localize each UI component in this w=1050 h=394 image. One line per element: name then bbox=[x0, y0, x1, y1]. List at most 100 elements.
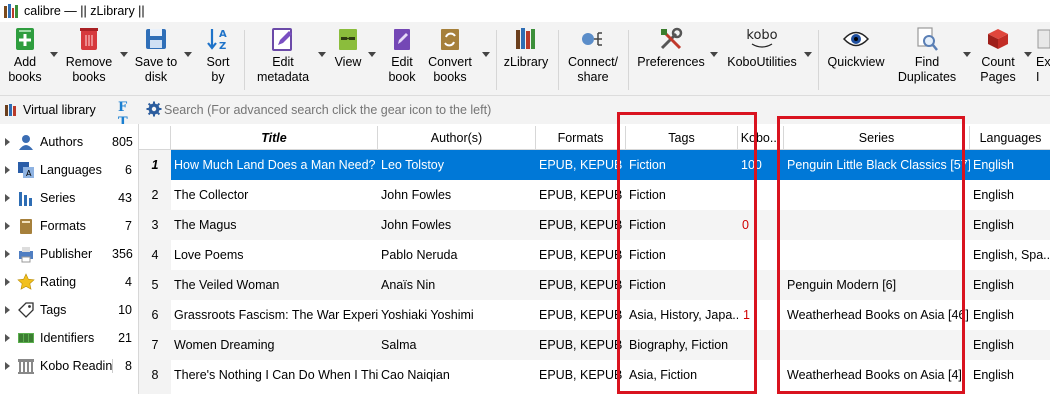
connect-share-button[interactable]: Connect/ share bbox=[564, 26, 622, 92]
extract-icon bbox=[1036, 26, 1050, 52]
column-header-languages[interactable]: Languages bbox=[970, 126, 1050, 150]
cell-title: There's Nothing I Can Do When I Thi... bbox=[174, 368, 378, 382]
tag-browser-count: 43 bbox=[118, 191, 132, 205]
table-row[interactable]: 7 Women Dreaming Salma EPUB, KEPUB Biogr… bbox=[139, 330, 1050, 360]
virtual-library-button[interactable]: Virtual library bbox=[4, 100, 96, 120]
edit-metadata-label: Edit metadata bbox=[256, 55, 310, 84]
languages-icon: A bbox=[17, 161, 35, 179]
tag-browser-label: Series bbox=[40, 191, 76, 205]
column-header-kobo[interactable]: Kobo... bbox=[738, 126, 784, 150]
tag-browser-item-kobo-reading[interactable]: Kobo Reading 8 bbox=[0, 352, 138, 380]
column-header-authors[interactable]: Author(s) bbox=[378, 126, 536, 150]
save-to-disk-button[interactable]: Save to disk bbox=[134, 26, 178, 92]
cell-title: Grassroots Fascism: The War Experie... bbox=[174, 308, 378, 322]
edit-book-button[interactable]: Edit book bbox=[384, 26, 420, 92]
view-button[interactable]: View bbox=[332, 26, 364, 92]
cell-series: Penguin Little Black Classics [57] bbox=[787, 158, 970, 172]
koboutilities-dropdown[interactable] bbox=[804, 52, 812, 57]
koboutilities-button[interactable]: kobo KoboUtilities bbox=[724, 26, 800, 92]
tag-browser-item-languages[interactable]: A Languages 6 bbox=[0, 156, 138, 184]
view-dropdown[interactable] bbox=[368, 52, 376, 57]
add-books-dropdown[interactable] bbox=[50, 52, 58, 57]
table-row[interactable]: 1 How Much Land Does a Man Need? Leo Tol… bbox=[139, 150, 1050, 180]
cell-title: How Much Land Does a Man Need? bbox=[174, 158, 376, 172]
edit-metadata-dropdown[interactable] bbox=[318, 52, 326, 57]
cell-title: Women Dreaming bbox=[174, 338, 275, 352]
expand-arrow-icon[interactable] bbox=[5, 306, 10, 314]
table-row[interactable]: 2 The Collector John Fowles EPUB, KEPUB … bbox=[139, 180, 1050, 210]
tag-browser-label: Authors bbox=[40, 135, 84, 149]
count-pages-label: Count Pages bbox=[980, 55, 1016, 84]
tag-browser-item-publisher[interactable]: Publisher 356 bbox=[0, 240, 138, 268]
tag-browser-item-tags[interactable]: Tags 10 bbox=[0, 296, 138, 324]
column-header-title[interactable]: Title bbox=[171, 126, 378, 150]
zlibrary-books-icon bbox=[513, 26, 539, 52]
add-books-button[interactable]: Add books bbox=[4, 26, 46, 92]
view-book-icon bbox=[335, 26, 361, 52]
sort-az-icon: AZ bbox=[205, 26, 231, 52]
count-pages-dropdown[interactable] bbox=[1024, 52, 1032, 57]
preferences-dropdown[interactable] bbox=[710, 52, 718, 57]
tag-browser-item-identifiers[interactable]: Identifiers 21 bbox=[0, 324, 138, 352]
find-duplicates-button[interactable]: Find Duplicates bbox=[894, 26, 960, 92]
cell-series: Weatherhead Books on Asia [46] bbox=[787, 308, 969, 322]
tag-browser-item-rating[interactable]: Rating 4 bbox=[0, 268, 138, 296]
zlibrary-button[interactable]: zLibrary bbox=[502, 26, 550, 92]
table-row[interactable]: 3 The Magus John Fowles EPUB, KEPUB Fict… bbox=[139, 210, 1050, 240]
remove-books-dropdown[interactable] bbox=[120, 52, 128, 57]
tag-browser-count: 4 bbox=[125, 275, 132, 289]
tag-browser-item-authors[interactable]: Authors 805 bbox=[0, 128, 138, 156]
extract-button-partial[interactable]: Ex I bbox=[1036, 26, 1050, 92]
cell-title: Love Poems bbox=[174, 248, 244, 262]
publisher-icon bbox=[17, 245, 35, 263]
cell-tags: Fiction bbox=[629, 218, 666, 232]
cell-series: Penguin Modern [6] bbox=[787, 278, 897, 292]
column-header-series[interactable]: Series bbox=[784, 126, 970, 150]
expand-arrow-icon[interactable] bbox=[5, 138, 10, 146]
preferences-button[interactable]: Preferences bbox=[636, 26, 706, 92]
authors-icon bbox=[17, 133, 35, 151]
expand-arrow-icon[interactable] bbox=[5, 166, 10, 174]
count-pages-button[interactable]: Count Pages bbox=[976, 26, 1020, 92]
sort-by-button[interactable]: AZ Sort by bbox=[200, 26, 236, 92]
tag-browser-label: Identifiers bbox=[40, 331, 95, 345]
edit-metadata-button[interactable]: Edit metadata bbox=[254, 26, 312, 92]
cell-formats: EPUB, KEPUB bbox=[539, 248, 623, 262]
full-text-search-icon[interactable]: F T bbox=[118, 100, 136, 130]
quickview-button[interactable]: Quickview bbox=[826, 26, 886, 92]
cell-languages: English, Spa... bbox=[973, 248, 1050, 262]
expand-arrow-icon[interactable] bbox=[5, 362, 10, 370]
table-row[interactable]: 6 Grassroots Fascism: The War Experie...… bbox=[139, 300, 1050, 330]
search-input[interactable] bbox=[164, 99, 1050, 121]
cell-languages: English bbox=[973, 218, 1014, 232]
tag-browser-item-formats[interactable]: Formats 7 bbox=[0, 212, 138, 240]
convert-books-icon bbox=[437, 26, 463, 52]
expand-arrow-icon[interactable] bbox=[5, 250, 10, 258]
save-to-disk-dropdown[interactable] bbox=[184, 52, 192, 57]
column-header-formats[interactable]: Formats bbox=[536, 126, 626, 150]
kobo-reading-icon bbox=[17, 357, 35, 375]
cell-languages: English bbox=[973, 338, 1014, 352]
column-header-tags[interactable]: Tags bbox=[626, 126, 738, 150]
expand-arrow-icon[interactable] bbox=[5, 222, 10, 230]
expand-arrow-icon[interactable] bbox=[5, 278, 10, 286]
cell-formats: EPUB, KEPUB bbox=[539, 188, 623, 202]
tag-browser-item-series[interactable]: Series 43 bbox=[0, 184, 138, 212]
convert-books-dropdown[interactable] bbox=[482, 52, 490, 57]
title-bar: calibre — || zLibrary || bbox=[0, 0, 1050, 22]
gear-icon[interactable] bbox=[146, 101, 162, 117]
expand-arrow-icon[interactable] bbox=[5, 334, 10, 342]
table-row[interactable]: 8 There's Nothing I Can Do When I Thi...… bbox=[139, 360, 1050, 390]
expand-arrow-icon[interactable] bbox=[5, 194, 10, 202]
table-row[interactable]: 4 Love Poems Pablo Neruda EPUB, KEPUB Fi… bbox=[139, 240, 1050, 270]
row-number: 6 bbox=[151, 308, 159, 322]
remove-books-button[interactable]: Remove books bbox=[64, 26, 114, 92]
tags-icon bbox=[17, 301, 35, 319]
cell-authors: John Fowles bbox=[381, 218, 452, 232]
table-row[interactable]: 5 The Veiled Woman Anaïs Nin EPUB, KEPUB… bbox=[139, 270, 1050, 300]
find-duplicates-dropdown[interactable] bbox=[963, 52, 971, 57]
preferences-label: Preferences bbox=[637, 55, 705, 69]
cell-series bbox=[784, 210, 970, 240]
convert-books-button[interactable]: Convert books bbox=[424, 26, 476, 92]
cell-series bbox=[784, 240, 970, 270]
